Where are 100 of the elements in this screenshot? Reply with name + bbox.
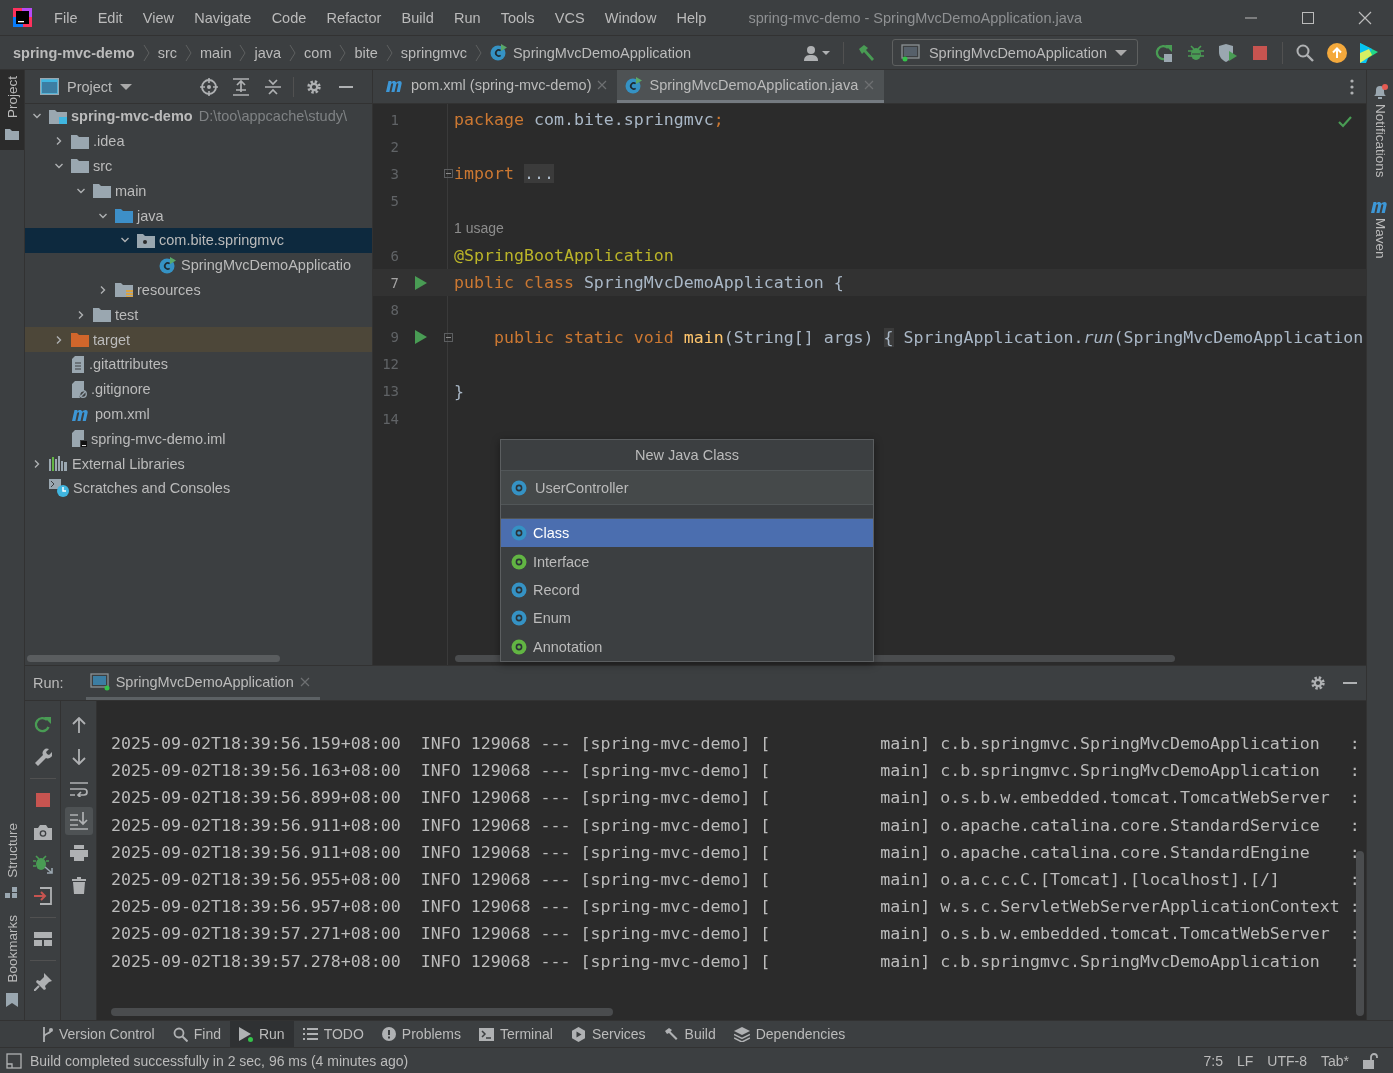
menu-item[interactable]: Window: [594, 9, 667, 26]
scrollbar[interactable]: [27, 655, 280, 662]
run-tab[interactable]: SpringMvcDemoApplication: [85, 666, 320, 700]
kind-option[interactable]: Annotation: [501, 632, 873, 661]
layout-icon[interactable]: [33, 932, 52, 946]
side-tab[interactable]: Notifications: [1372, 84, 1388, 178]
breadcrumb[interactable]: java: [254, 44, 282, 61]
scrollbar[interactable]: [1356, 851, 1364, 1016]
menu-item[interactable]: Run: [443, 9, 491, 26]
breadcrumb[interactable]: bite: [354, 44, 378, 61]
name-input-field[interactable]: UserController: [501, 471, 873, 505]
rerun-icon[interactable]: [33, 716, 52, 734]
menu-item[interactable]: Help: [666, 9, 717, 26]
tree-item-label[interactable]: spring-mvc-demo: [71, 108, 193, 125]
app-logo-icon[interactable]: [13, 8, 32, 27]
more-icon[interactable]: [1350, 78, 1354, 95]
dropdown-caret-icon[interactable]: [120, 82, 133, 91]
arrow-down-icon[interactable]: [71, 749, 86, 765]
tree-item-label[interactable]: java: [137, 207, 164, 224]
editor-tab[interactable]: SpringMvcDemoApplication.java: [617, 70, 885, 103]
chevron-right-icon[interactable]: [54, 136, 64, 147]
side-tab[interactable]: Project: [0, 70, 24, 151]
arrow-up-icon[interactable]: [71, 717, 86, 733]
locate-icon[interactable]: [200, 77, 218, 96]
menu-item[interactable]: Code: [261, 9, 317, 26]
kind-option[interactable]: Record: [501, 575, 873, 605]
menu-item[interactable]: Build: [391, 9, 444, 26]
search-icon[interactable]: [1296, 43, 1314, 62]
indent-setting[interactable]: Tab*: [1313, 1052, 1356, 1069]
run-configuration-dropdown[interactable]: SpringMvcDemoApplication: [891, 39, 1138, 66]
tool-window-button[interactable]: TODO: [293, 1021, 373, 1047]
stop-icon[interactable]: [35, 793, 50, 807]
file-encoding[interactable]: UTF-8: [1260, 1052, 1314, 1069]
kind-option[interactable]: Enum: [501, 604, 873, 633]
breadcrumb[interactable]: src: [157, 44, 177, 61]
breadcrumb[interactable]: main: [200, 44, 232, 61]
panel-title[interactable]: Project: [67, 78, 113, 95]
user-icon[interactable]: [803, 44, 830, 61]
tool-window-button[interactable]: Problems: [372, 1021, 470, 1047]
tree-item-label[interactable]: main: [115, 182, 147, 199]
tool-window-button[interactable]: Dependencies: [724, 1021, 855, 1047]
side-tab[interactable]: Structure: [0, 816, 24, 910]
bug-icon[interactable]: [1187, 43, 1205, 62]
run-gutter-icon[interactable]: [415, 275, 427, 290]
breadcrumb[interactable]: springmvc: [400, 44, 467, 61]
lock-icon[interactable]: [1363, 1052, 1378, 1069]
stop-icon[interactable]: [1253, 45, 1267, 60]
pin-icon[interactable]: [33, 973, 52, 991]
rerun-icon[interactable]: [1155, 43, 1173, 62]
print-icon[interactable]: [69, 845, 88, 861]
menu-item[interactable]: View: [132, 9, 185, 26]
scrollbar[interactable]: [111, 1008, 613, 1016]
tree-item-label[interactable]: src: [93, 158, 113, 174]
run-gutter-icon[interactable]: [415, 330, 427, 345]
soft-wrap-icon[interactable]: [69, 781, 88, 797]
toolbox-logo-icon[interactable]: [1360, 42, 1378, 63]
tree-item-label[interactable]: External Libraries: [72, 455, 185, 472]
settings-icon[interactable]: [1310, 675, 1326, 691]
toggle-panels-icon[interactable]: [6, 1052, 22, 1069]
tree-item-label[interactable]: Scratches and Consoles: [73, 480, 231, 497]
caret-position[interactable]: 7:5: [1196, 1052, 1230, 1069]
menu-item[interactable]: Navigate: [184, 9, 262, 26]
tool-window-button[interactable]: Version Control: [32, 1021, 164, 1047]
tree-item-label[interactable]: .idea: [93, 133, 125, 150]
tree-item-label[interactable]: resources: [137, 281, 201, 298]
tool-window-button[interactable]: Terminal: [470, 1021, 562, 1047]
chevron-right-icon[interactable]: [32, 458, 42, 469]
breadcrumb[interactable]: spring-mvc-demo: [13, 44, 135, 61]
editor-tab[interactable]: pom.xml (spring-mvc-demo): [377, 70, 618, 103]
chevron-right-icon[interactable]: [98, 284, 108, 295]
menu-item[interactable]: File: [44, 9, 88, 26]
side-tab[interactable]: Bookmarks: [0, 909, 24, 1017]
usage-hint[interactable]: 1 usage: [454, 220, 504, 237]
tool-window-button[interactable]: Services: [561, 1021, 655, 1047]
kind-option[interactable]: Interface: [501, 547, 873, 576]
collapse-all-icon[interactable]: [265, 77, 281, 96]
menu-item[interactable]: Edit: [87, 9, 133, 26]
tool-window-button[interactable]: Build: [654, 1021, 725, 1047]
camera-icon[interactable]: [33, 824, 52, 840]
fold-icon[interactable]: [444, 332, 453, 342]
update-icon[interactable]: [1327, 42, 1347, 63]
tree-item-label[interactable]: test: [115, 306, 139, 323]
chevron-down-icon[interactable]: [54, 161, 64, 171]
tool-window-button[interactable]: Run: [229, 1021, 294, 1047]
menu-item[interactable]: VCS: [544, 9, 595, 26]
side-tab[interactable]: Maven: [1370, 197, 1390, 259]
menu-item[interactable]: Tools: [490, 9, 545, 26]
hammer-icon[interactable]: [856, 43, 875, 62]
tree-item-label[interactable]: .gitignore: [91, 381, 151, 398]
wrench-icon[interactable]: [33, 748, 52, 766]
expand-all-icon[interactable]: [233, 77, 249, 96]
fold-icon[interactable]: [444, 169, 453, 179]
settings-icon[interactable]: [306, 78, 322, 95]
breadcrumb[interactable]: SpringMvcDemoApplication: [489, 44, 692, 61]
tree-item-label[interactable]: pom.xml: [95, 405, 150, 422]
menu-item[interactable]: Refactor: [316, 9, 392, 26]
debug-attach-icon[interactable]: [32, 854, 53, 874]
tree-item-label[interactable]: .gitattributes: [89, 356, 168, 373]
breadcrumb[interactable]: com: [304, 44, 332, 61]
tree-item-label[interactable]: SpringMvcDemoApplicatio: [181, 257, 352, 274]
